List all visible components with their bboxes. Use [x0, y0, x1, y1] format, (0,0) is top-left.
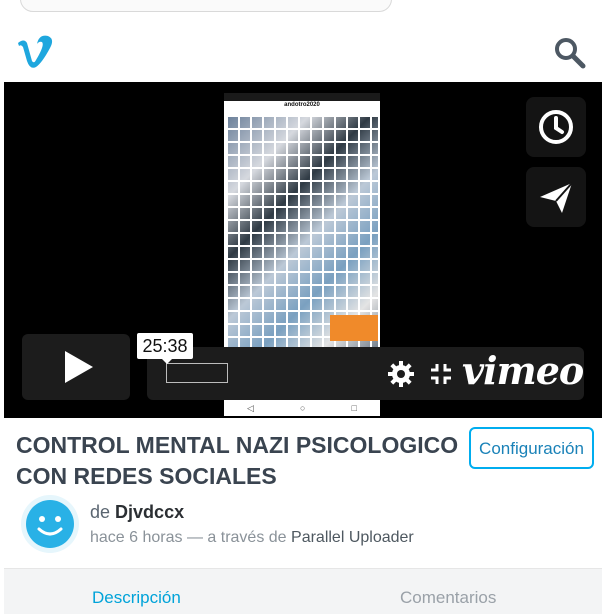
recents-icon: □	[351, 403, 357, 413]
phone-orange-thumbnail	[330, 315, 378, 341]
tab-comments[interactable]: Comentarios	[400, 588, 496, 608]
by-prefix: de	[90, 502, 111, 522]
tab-description[interactable]: Descripción	[92, 588, 181, 608]
phone-profile-title: andotro2020	[284, 102, 320, 108]
time-ago: hace 6 horas — a través de	[90, 529, 287, 546]
timecode-tooltip: 25:38	[137, 333, 193, 359]
configure-button[interactable]: Configuración	[469, 427, 594, 469]
play-button[interactable]	[22, 334, 130, 400]
uploader-app: Parallel Uploader	[291, 529, 414, 546]
back-icon: ◁	[247, 402, 254, 413]
timecode-pointer	[161, 358, 173, 364]
paper-plane-icon	[540, 182, 573, 213]
phone-status-bar	[224, 93, 380, 101]
author-line: de Djvdccx	[90, 502, 184, 523]
share-button[interactable]	[526, 167, 586, 227]
upload-meta: hace 6 horas — a través de Parallel Uplo…	[90, 529, 414, 547]
gear-icon[interactable]	[386, 359, 416, 389]
clock-icon	[539, 110, 573, 144]
phone-soft-keys: ◁ ○ □	[224, 400, 380, 416]
vimeo-wordmark[interactable]: vimeo	[462, 351, 584, 391]
smiley-avatar-icon[interactable]	[20, 494, 80, 554]
home-icon: ○	[300, 403, 306, 413]
address-bar[interactable]	[20, 0, 392, 12]
author-link[interactable]: Djvdccx	[115, 502, 184, 522]
search-icon[interactable]	[553, 36, 587, 70]
progress-bar[interactable]	[166, 363, 228, 383]
video-title: CONTROL MENTAL NAZI PSICOLOGICO CON REDE…	[16, 432, 459, 489]
watch-later-button[interactable]	[526, 97, 586, 157]
vimeo-logo[interactable]	[15, 33, 55, 69]
play-icon	[65, 351, 93, 383]
fullscreen-icon[interactable]	[428, 361, 454, 387]
